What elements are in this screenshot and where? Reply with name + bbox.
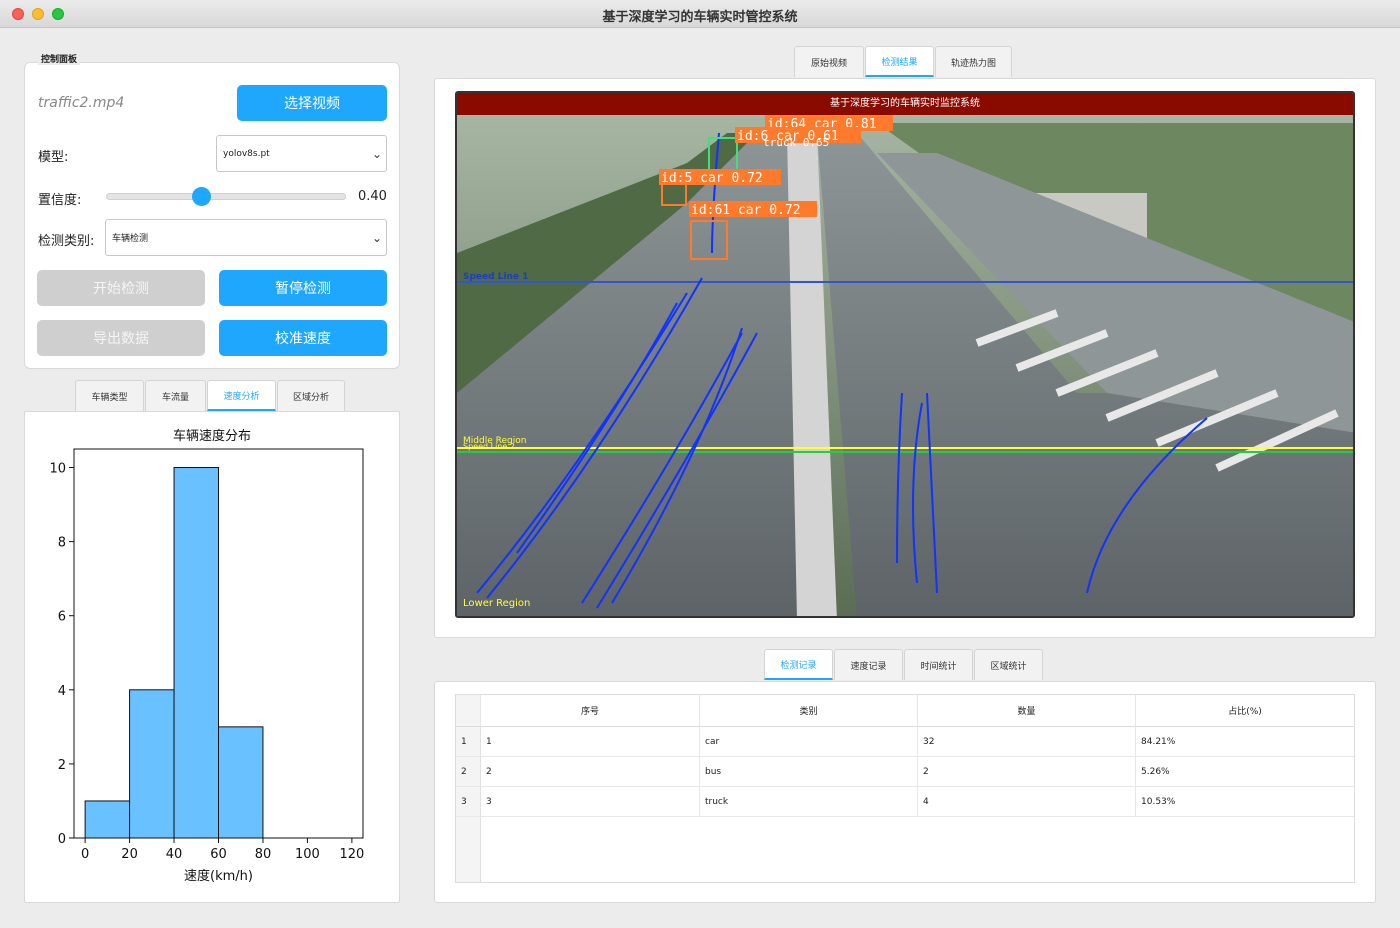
x-tick-label: 60	[210, 847, 227, 862]
model-label: 模型:	[38, 150, 69, 165]
histogram-bar	[173, 467, 220, 839]
histogram-bar	[129, 689, 175, 839]
y-tick-label: 10	[49, 462, 66, 477]
detection-video-frame: Speed Line 1 Middle Region Speed Line 2 …	[455, 91, 1355, 618]
speed-line-1-label: Speed Line 1	[463, 272, 528, 282]
start-detection-button[interactable]: 开始检测	[37, 270, 205, 306]
tab-detection-result[interactable]: 检测结果	[865, 46, 934, 77]
row-number[interactable]: 2	[456, 757, 481, 787]
table-corner	[456, 695, 481, 727]
histogram-bar	[218, 726, 264, 839]
x-axis-label: 速度(km/h)	[184, 868, 253, 884]
table-cell[interactable]: 32	[918, 727, 1136, 757]
table-cell[interactable]: 2	[918, 757, 1136, 787]
pause-detection-button[interactable]: 暂停检测	[219, 270, 387, 306]
x-tick-label: 100	[295, 847, 320, 862]
row-header-empty	[456, 817, 481, 882]
column-header[interactable]: 占比(%)	[1136, 695, 1354, 727]
table-cell[interactable]: bus	[700, 757, 918, 787]
tab-detection-records[interactable]: 检测记录	[764, 649, 833, 680]
detection-label: id:5 car 0.72	[661, 171, 763, 186]
records-table[interactable]: 序号 类别 数量 占比(%) 1 1 car 32 84.21% 2 2 bus…	[455, 694, 1355, 883]
control-panel-title: 控制面板	[38, 52, 81, 65]
column-header[interactable]: 数量	[918, 695, 1136, 727]
tab-region-analysis[interactable]: 区域分析	[277, 380, 345, 411]
tab-speed-analysis[interactable]: 速度分析	[207, 380, 276, 411]
column-header[interactable]: 序号	[481, 695, 700, 727]
export-data-button[interactable]: 导出数据	[37, 320, 205, 356]
x-tick-label: 120	[339, 847, 364, 862]
table-cell[interactable]: 5.26%	[1136, 757, 1354, 787]
y-tick-label: 0	[58, 832, 66, 847]
category-select-value: 车辆检测	[112, 234, 149, 244]
video-scene: Speed Line 1 Middle Region Speed Line 2 …	[457, 93, 1353, 616]
histogram-bar	[84, 800, 131, 839]
y-tick-label: 4	[58, 684, 66, 699]
table-cell[interactable]: 10.53%	[1136, 787, 1354, 817]
table-cell[interactable]: 1	[481, 727, 700, 757]
model-select[interactable]: yolov8s.pt ⌄	[216, 135, 387, 172]
confidence-slider-track[interactable]	[106, 193, 346, 200]
detection-label: truck 0.65	[763, 136, 829, 149]
chevron-down-icon: ⌄	[371, 230, 382, 245]
calibrate-speed-button[interactable]: 校准速度	[219, 320, 387, 356]
category-label: 检测类别:	[38, 234, 95, 249]
tab-speed-records[interactable]: 速度记录	[834, 649, 903, 680]
table-cell[interactable]: car	[700, 727, 918, 757]
tab-traffic-flow[interactable]: 车流量	[145, 380, 206, 411]
y-tick-label: 2	[58, 758, 66, 773]
table-cell[interactable]: 84.21%	[1136, 727, 1354, 757]
column-header[interactable]: 类别	[700, 695, 918, 727]
table-cell[interactable]: 3	[481, 787, 700, 817]
y-tick-label: 6	[58, 610, 66, 625]
category-select[interactable]: 车辆检测 ⌄	[105, 219, 387, 256]
table-cell[interactable]: truck	[700, 787, 918, 817]
table-cell[interactable]: 2	[481, 757, 700, 787]
model-select-value: yolov8s.pt	[223, 148, 270, 159]
video-header: 基于深度学习的车辆实时监控系统	[457, 93, 1353, 115]
row-number[interactable]: 1	[456, 727, 481, 757]
tab-time-stats[interactable]: 时间统计	[904, 649, 973, 680]
tab-region-stats[interactable]: 区域统计	[974, 649, 1043, 680]
x-tick-label: 40	[166, 847, 183, 862]
lower-region-label: Lower Region	[463, 598, 530, 609]
chevron-down-icon: ⌄	[371, 146, 382, 161]
x-tick-label: 0	[81, 847, 89, 862]
tab-original-video[interactable]: 原始视频	[794, 46, 864, 77]
speed-line-2-label: Speed Line 2	[463, 442, 515, 451]
speed-histogram: 0 20 40 60 80 100 120 0 2 4 6 8 10 速度(km/h)	[49, 448, 364, 884]
select-video-button[interactable]: 选择视频	[237, 85, 387, 121]
window-title: 基于深度学习的车辆实时管控系统	[602, 10, 798, 25]
tab-vehicle-type[interactable]: 车辆类型	[75, 380, 144, 411]
tab-trajectory-heatmap[interactable]: 轨迹热力图	[935, 46, 1012, 77]
window-titlebar: 基于深度学习的车辆实时管控系统	[0, 0, 1400, 28]
y-tick-label: 8	[58, 536, 66, 551]
confidence-value: 0.40	[358, 189, 387, 204]
detection-label: id:61 car 0.72	[691, 203, 801, 218]
x-tick-label: 80	[255, 847, 272, 862]
row-number[interactable]: 3	[456, 787, 481, 817]
table-cell[interactable]: 4	[918, 787, 1136, 817]
selected-file-name: traffic2.mp4	[38, 95, 125, 111]
confidence-label: 置信度:	[38, 193, 82, 208]
confidence-slider-handle[interactable]	[192, 187, 211, 206]
x-tick-label: 20	[121, 847, 138, 862]
